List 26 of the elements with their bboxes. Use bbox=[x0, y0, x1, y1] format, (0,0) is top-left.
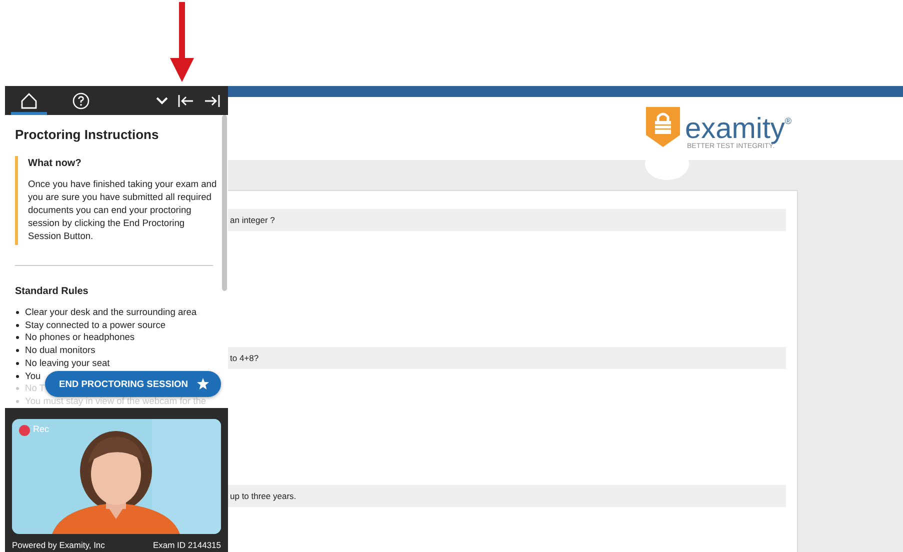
recording-dot-icon bbox=[19, 425, 30, 436]
rule-item: No phones or headphones bbox=[15, 331, 218, 344]
home-icon bbox=[20, 92, 38, 110]
question-text: to 4+8? bbox=[228, 347, 786, 369]
scrollbar[interactable] bbox=[222, 115, 227, 291]
rule-item: No leaving your seat bbox=[15, 356, 218, 370]
chevron-down-icon[interactable] bbox=[156, 96, 168, 104]
end-session-button[interactable]: END PROCTORING SESSION bbox=[45, 371, 221, 397]
recording-label: Rec bbox=[33, 424, 50, 434]
rule-item: No dual monitors bbox=[15, 344, 218, 357]
callout-text: Once you have finished taking your exam and you are sure you have submitted all required documents you can end your proctoring session by clicking the End Proctoring Session Button. bbox=[28, 178, 218, 243]
powered-by-text: Powered by Examity, Inc bbox=[12, 540, 105, 550]
rule-item: Stay connected to a power source bbox=[15, 318, 218, 332]
help-icon bbox=[72, 92, 90, 110]
rule-item: Clear your desk and the surrounding area bbox=[15, 306, 218, 319]
expand-right-icon[interactable] bbox=[204, 94, 220, 106]
panel-title: Proctoring Instructions bbox=[15, 127, 160, 142]
rules-heading: Standard Rules bbox=[15, 286, 90, 297]
logo-wordmark: examity$^{®}$ bbox=[685, 112, 792, 143]
callout-heading: What now? bbox=[28, 158, 82, 169]
exam-id-text: Exam ID 2144315 bbox=[152, 540, 221, 550]
shield-lock-icon bbox=[646, 107, 680, 147]
star-icon bbox=[196, 378, 209, 390]
collapse-left-icon[interactable] bbox=[178, 94, 194, 106]
question-text: up to three years. bbox=[228, 485, 786, 507]
question-text: an integer ? bbox=[228, 209, 786, 231]
